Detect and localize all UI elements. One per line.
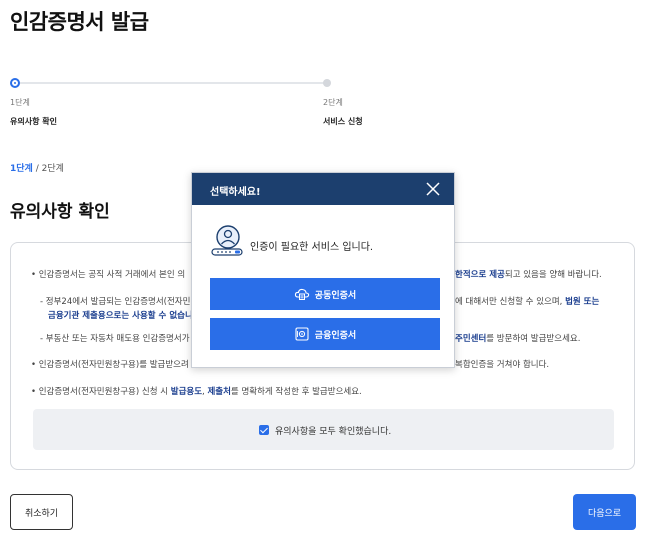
confirm-label[interactable]: 유의사항을 모두 확인했습니다. bbox=[275, 424, 391, 437]
close-icon[interactable] bbox=[425, 181, 441, 197]
notice-item-2-line2: 금융기관 제출용으로는 사용할 수 없습니 bbox=[48, 311, 193, 321]
step-1-indicator bbox=[10, 78, 20, 88]
next-button[interactable]: 다음으로 bbox=[573, 494, 636, 530]
notice-item-2: - 정부24에서 발급되는 인감증명서(전자민 bbox=[40, 297, 191, 307]
step-2-name: 서비스 신청 bbox=[323, 117, 363, 126]
notice-item-2-tail: 에 대해서만 신청할 수 있으며, 법원 또는 bbox=[455, 297, 600, 307]
notice-item-1-tail: 한적으로 제공되고 있음을 양해 바랍니다. bbox=[455, 270, 602, 280]
step-1-number: 1단계 bbox=[10, 98, 30, 107]
notice-item-4-tail: 복합인증을 거쳐야 합니다. bbox=[455, 360, 550, 370]
user-auth-icon bbox=[211, 225, 243, 256]
step-1-name: 유의사항 확인 bbox=[10, 117, 57, 126]
notice-item-1: • 인감증명서는 공직 사적 거래에서 본인 의 bbox=[31, 270, 186, 280]
modal-title: 선택하세요! bbox=[210, 187, 261, 198]
financial-certificate-icon bbox=[295, 327, 309, 341]
stepper-track bbox=[14, 82, 328, 84]
cloud-certificate-icon bbox=[294, 288, 309, 300]
notice-item-5: • 인감증명서(전자민원창구용) 신청 시 발급용도, 제출처를 명확하게 작성… bbox=[31, 387, 362, 397]
modal-header: 선택하세요! bbox=[192, 173, 454, 205]
step-2-indicator bbox=[323, 79, 331, 87]
notice-item-3: - 부동산 또는 자동차 매도용 인감증명서가 bbox=[40, 334, 190, 344]
notice-item-4: • 인감증명서(전자민원창구용)를 발급받으려 bbox=[31, 360, 189, 370]
joint-certificate-button[interactable]: 공동인증서 bbox=[210, 278, 440, 310]
cancel-button[interactable]: 취소하기 bbox=[10, 494, 73, 530]
auth-select-modal: 선택하세요! 인증이 필요한 서비스 입니다. 공동인증서 금융인증서 bbox=[191, 172, 455, 368]
notice-item-3-tail: 주민센터를 방문하여 발급받으세요. bbox=[455, 334, 581, 344]
breadcrumb-current: 1단계 bbox=[10, 164, 33, 174]
confirm-checkbox[interactable] bbox=[259, 425, 269, 435]
page-title: 인감증명서 발급 bbox=[10, 10, 149, 34]
modal-message: 인증이 필요한 서비스 입니다. bbox=[250, 242, 374, 253]
breadcrumb: 1단계 / 2단계 bbox=[10, 161, 64, 174]
confirm-area: 유의사항을 모두 확인했습니다. bbox=[33, 409, 614, 450]
financial-certificate-label: 금융인증서 bbox=[314, 330, 357, 341]
section-title: 유의사항 확인 bbox=[10, 202, 110, 222]
step-2-number: 2단계 bbox=[323, 98, 343, 107]
breadcrumb-separator: / bbox=[32, 164, 42, 174]
financial-certificate-button[interactable]: 금융인증서 bbox=[210, 318, 440, 350]
breadcrumb-next: 2단계 bbox=[41, 164, 64, 174]
joint-certificate-label: 공동인증서 bbox=[314, 290, 357, 301]
